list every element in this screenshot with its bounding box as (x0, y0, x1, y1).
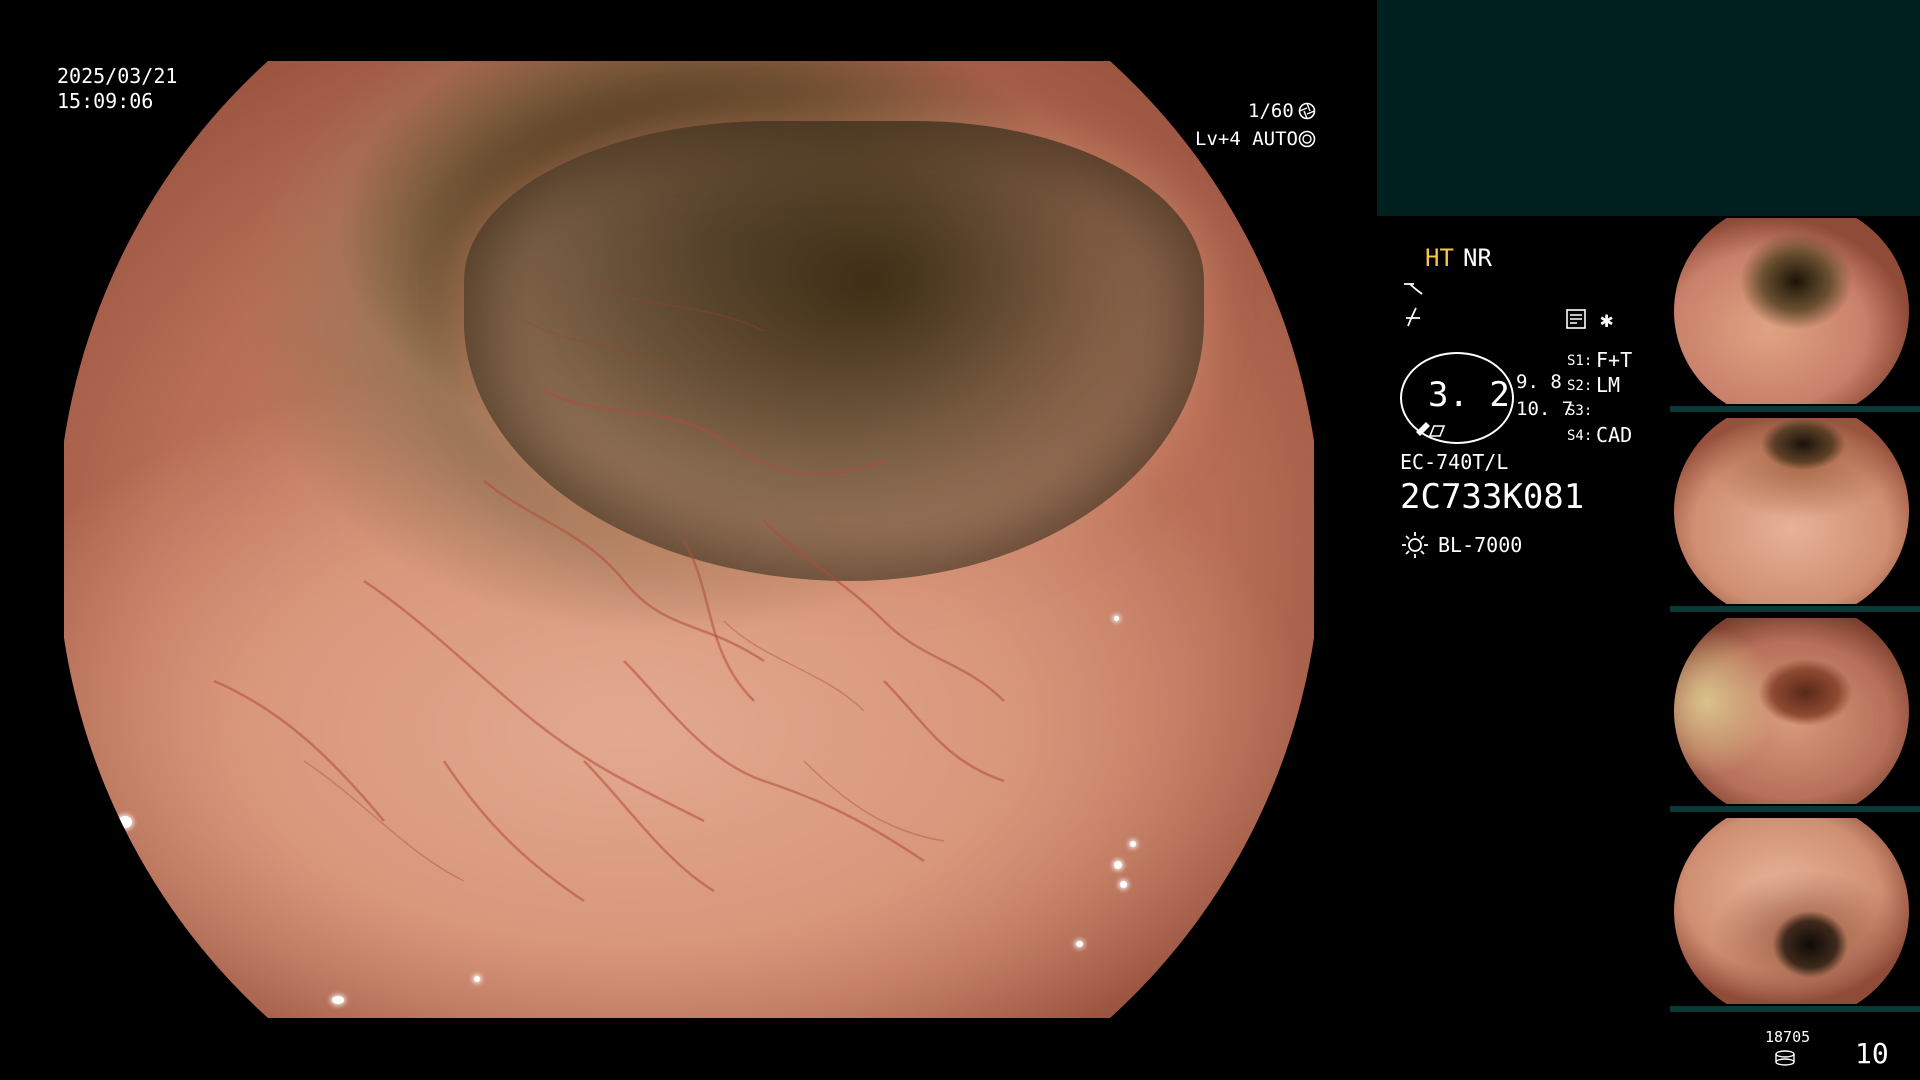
capture-thumbnail[interactable] (1670, 216, 1920, 412)
mode-nr-indicator: NR (1463, 244, 1492, 272)
glare-spot (1354, 501, 1360, 507)
glare-spot (1114, 616, 1119, 621)
switch-key: S2: (1567, 378, 1593, 394)
exposure-level: Lv+4 AUTO (1195, 128, 1298, 150)
scope-model: EC-740T/L (1400, 450, 1509, 474)
exam-time: 15:09:06 (57, 89, 154, 113)
switch-key: S1: (1567, 353, 1593, 369)
endoscope-main-view (64, 61, 1314, 1018)
glare-spot (1114, 861, 1122, 869)
glare-spot (1120, 881, 1127, 888)
vascular-pattern (213, 280, 1005, 903)
capture-thumbnail[interactable] (1670, 816, 1920, 1012)
iris-icon (1298, 130, 1316, 148)
glare-spot (332, 996, 344, 1004)
switch-key: S4: (1567, 428, 1593, 444)
asterisk-icon: ✱ (1600, 308, 1614, 333)
storage-drum-icon (1775, 1050, 1795, 1066)
lamp-icon (1402, 532, 1428, 558)
aperture-icon (1298, 102, 1316, 120)
scope-serial: 2C733K081 (1400, 477, 1585, 517)
enhancement-value: 3. 2 (1428, 375, 1510, 415)
mode-ht-indicator: HT (1425, 244, 1454, 272)
glare-spot (118, 816, 132, 828)
glare-spot (1130, 841, 1136, 847)
glare-spot (1076, 941, 1083, 947)
enhancement-lower: 10. 7 (1516, 398, 1574, 420)
capture-count-session: 10 (1855, 1037, 1889, 1070)
pencil-icon (1416, 422, 1446, 437)
capture-count-total: 18705 (1765, 1028, 1811, 1046)
tone-curve-icon (1404, 283, 1423, 295)
switch-value: F+T (1596, 348, 1633, 372)
memory-card-icon (1566, 309, 1586, 329)
glare-spot (474, 976, 480, 982)
live-preview-panel (1377, 0, 1920, 216)
freeze-icon (1406, 307, 1420, 327)
switch-value: CAD (1596, 423, 1633, 447)
switch-key: S3: (1567, 403, 1593, 419)
enhancement-upper: 9. 8 (1516, 371, 1562, 393)
capture-thumbnail[interactable] (1670, 616, 1920, 812)
shutter-speed: 1/60 (1248, 100, 1294, 122)
light-source: BL-7000 (1438, 533, 1523, 557)
switch-value: LM (1596, 373, 1621, 397)
exam-date: 2025/03/21 (57, 64, 178, 88)
capture-thumbnail[interactable] (1670, 416, 1920, 612)
